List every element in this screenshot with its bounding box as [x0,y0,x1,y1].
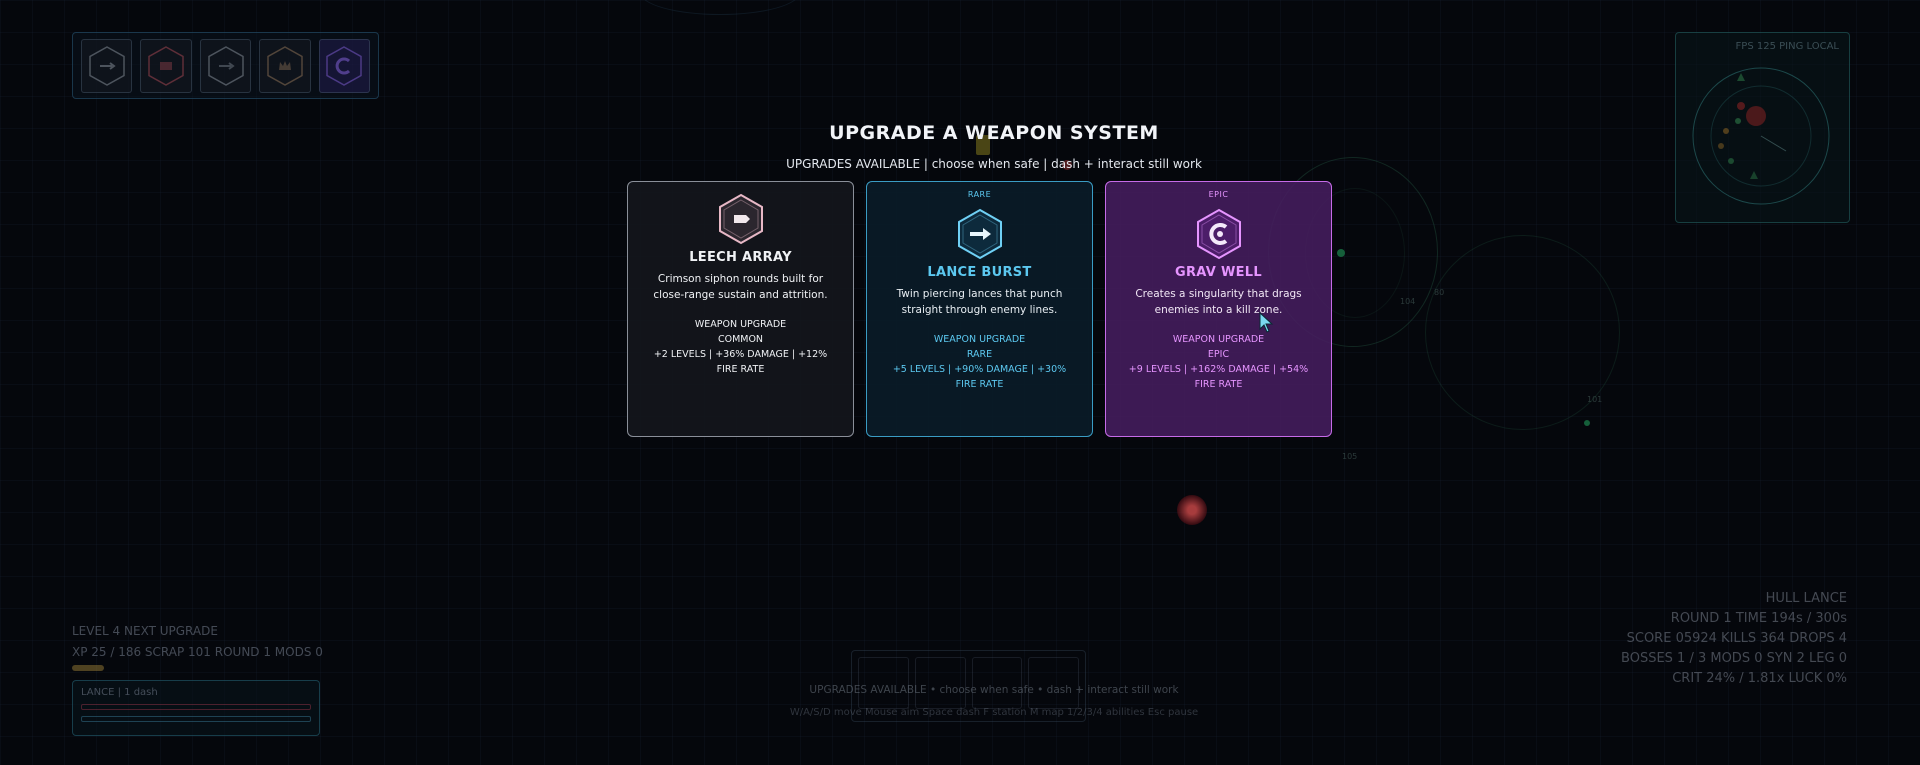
dock-slot[interactable] [1028,657,1079,709]
ability-bar [72,32,379,99]
card-type: WEAPON UPGRADE [694,319,787,330]
run-stats-hud: HULL LANCE ROUND 1 TIME 194s / 300s SCOR… [1621,591,1847,691]
ability-slot-3[interactable] [199,39,252,93]
upgrade-card-leech-array[interactable]: LEECH ARRAY Crimson siphon rounds built … [627,181,854,437]
leech-array-icon [717,193,765,245]
lance-burst-icon [207,46,244,86]
card-stats: +5 LEVELS | +90% DAMAGE | +30% FIRE RATE [892,364,1067,390]
grav-well-icon [1195,208,1243,260]
score-kills: SCORE 05924 KILLS 364 DROPS 4 [1626,631,1847,646]
ability-slot-2[interactable] [140,39,192,93]
card-meta: WEAPON UPGRADE EPIC +9 LEVELS | +162% DA… [1120,332,1317,392]
perf-stats: FPS 125 PING LOCAL [1735,41,1839,52]
leech-array-icon [148,46,184,86]
ability-slot-5[interactable] [318,39,371,93]
card-description: Creates a singularity that drags enemies… [1135,288,1302,316]
grav-well-icon [326,46,363,86]
xp-progress-bar [72,665,104,671]
card-description: Crimson siphon rounds built for close-ra… [653,273,828,301]
card-rarity: EPIC [1207,349,1230,360]
rarity-tag: RARE [967,190,992,199]
dock-slot[interactable] [914,657,966,709]
crown-icon [267,46,303,86]
modal-subtitle: UPGRADES AVAILABLE | choose when safe | … [786,157,1202,171]
level-readout: LEVEL 4 NEXT UPGRADE [72,624,218,638]
upgrade-card-lance-burst[interactable]: RARE LANCE BURST Twin piercing lances th… [866,181,1093,437]
card-rarity: COMMON [717,334,764,345]
ship-name: HULL LANCE [1765,591,1847,606]
player-progress-hud: LEVEL 4 NEXT UPGRADE XP 25 / 186 SCRAP 1… [72,624,323,666]
card-meta: WEAPON UPGRADE RARE +5 LEVELS | +90% DAM… [881,332,1078,392]
card-name: LEECH ARRAY [689,250,792,265]
lance-burst-icon [956,208,1004,260]
xp-readout: XP 25 / 186 SCRAP 101 ROUND 1 MODS 0 [72,645,323,659]
card-type: WEAPON UPGRADE [933,334,1026,345]
crit-luck: CRIT 24% / 1.81x LUCK 0% [1672,671,1847,686]
rarity-tag: EPIC [1208,190,1229,199]
card-meta: WEAPON UPGRADE COMMON +2 LEVELS | +36% D… [642,317,839,377]
dock-slot[interactable] [971,657,1023,709]
upgrade-card-grav-well[interactable]: EPIC GRAV WELL Creates a singularity tha… [1105,181,1332,437]
card-stats: +2 LEVELS | +36% DAMAGE | +12% FIRE RATE [653,349,828,375]
controls-hint: W/A/S/D move Mouse aim Space dash F stat… [789,707,1199,718]
round-time: ROUND 1 TIME 194s / 300s [1670,611,1847,626]
card-type: WEAPON UPGRADE [1172,334,1265,345]
ability-slot-1[interactable] [81,39,133,93]
card-name: LANCE BURST [927,265,1032,280]
lance-burst-icon [88,46,125,86]
card-description: Twin piercing lances that punch straight… [896,288,1063,316]
card-name: GRAV WELL [1175,265,1262,280]
ability-slot-4[interactable] [259,39,311,93]
mouse-cursor-icon [1259,312,1274,333]
dock-slot[interactable] [858,657,909,709]
card-rarity: RARE [966,349,993,360]
bosses-mods: BOSSES 1 / 3 MODS 0 SYN 2 LEG 0 [1621,651,1847,666]
modal-title: UPGRADE A WEAPON SYSTEM [829,122,1159,144]
card-stats: +9 LEVELS | +162% DAMAGE | +54% FIRE RAT… [1128,364,1309,390]
